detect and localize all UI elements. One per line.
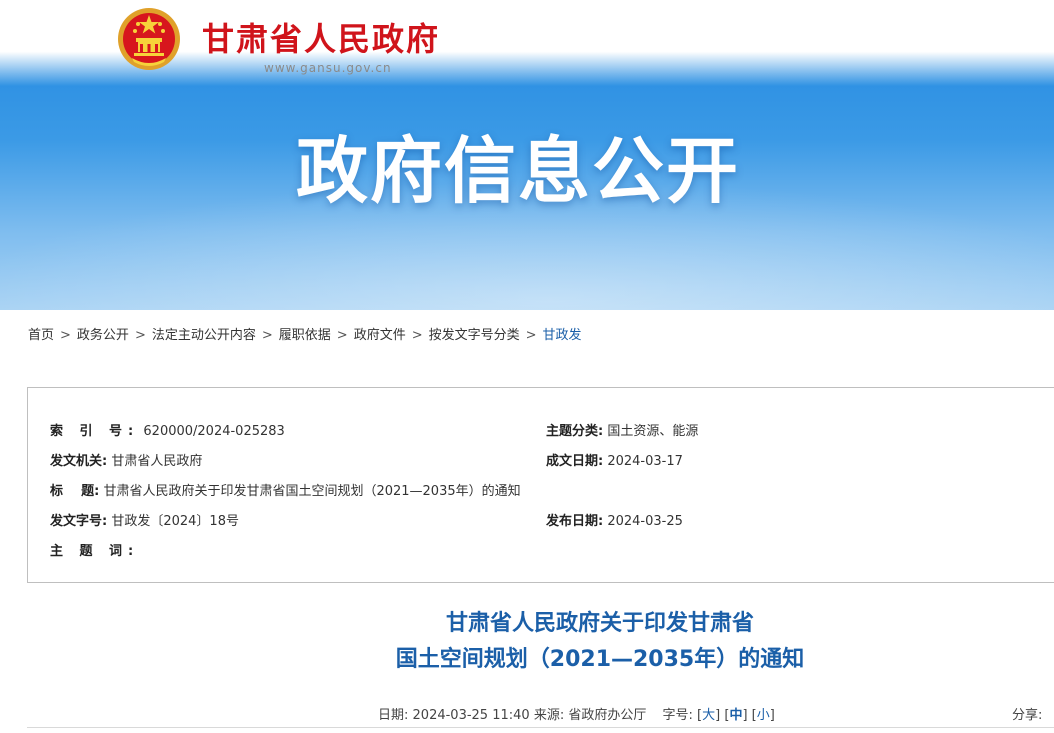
meta-index-value: 620000/2024-025283	[143, 424, 285, 439]
article-title-line1: 甘肃省人民政府关于印发甘肃省	[445, 611, 754, 636]
meta-docno-value: 甘政发〔2024〕18号	[111, 514, 239, 529]
meta-published-value: 2024-03-25	[607, 514, 683, 529]
meta-issuer-label: 发文机关:	[50, 454, 108, 469]
fontsize-large-button[interactable]: 大	[702, 708, 715, 723]
fontsize-bracket: ]	[769, 708, 775, 723]
source-label: 来源:	[533, 708, 565, 723]
breadcrumb-item-by-docno[interactable]: 按发文字号分类	[429, 328, 520, 343]
fontsize-medium-button[interactable]: 中	[729, 708, 742, 723]
breadcrumb: 首页 > 政务公开 > 法定主动公开内容 > 履职依据 > 政府文件 > 按发文字号分类 > 甘政发	[28, 324, 582, 343]
source-value: 省政府办公厅	[568, 708, 647, 723]
meta-topic-row: 主题分类: 国土资源、能源	[546, 420, 698, 439]
meta-keywords-label: 主 题 词:	[50, 544, 140, 559]
divider	[27, 727, 1054, 728]
breadcrumb-separator: >	[134, 328, 146, 343]
meta-title-row: 标 题: 甘肃省人民政府关于印发甘肃省国土空间规划（2021—2035年）的通知	[50, 480, 521, 499]
breadcrumb-separator: >	[411, 328, 423, 343]
site-name[interactable]: 甘肃省人民政府	[202, 14, 440, 60]
date-label: 日期:	[378, 708, 409, 723]
meta-index-row: 索 引 号: 620000/2024-025283	[50, 420, 285, 439]
fontsize-small-button[interactable]: 小	[757, 708, 770, 723]
breadcrumb-item-home[interactable]: 首页	[28, 328, 54, 343]
meta-issuer-value: 甘肃省人民政府	[111, 454, 203, 469]
article-info-bar: 日期: 2024-03-25 11:40 来源: 省政府办公厅 字号: [大] …	[378, 704, 775, 723]
fontsize-label: 字号:	[662, 708, 693, 723]
meta-docno-row: 发文字号: 甘政发〔2024〕18号	[50, 510, 239, 529]
header-banner: 甘肃省人民政府 www.gansu.gov.cn 政府信息公开	[0, 0, 1054, 310]
site-url[interactable]: www.gansu.gov.cn	[264, 61, 392, 75]
breadcrumb-item-gov-documents[interactable]: 政府文件	[354, 328, 406, 343]
meta-written-value: 2024-03-17	[607, 454, 683, 469]
breadcrumb-item-ganzhengfa[interactable]: 甘政发	[543, 328, 582, 343]
meta-published-label: 发布日期:	[546, 514, 604, 529]
document-metadata-box: 索 引 号: 620000/2024-025283 主题分类: 国土资源、能源 …	[27, 387, 1054, 583]
breadcrumb-separator: >	[525, 328, 537, 343]
breadcrumb-separator: >	[336, 328, 348, 343]
meta-docno-label: 发文字号:	[50, 514, 108, 529]
meta-topic-label: 主题分类:	[546, 424, 604, 439]
meta-topic-value: 国土资源、能源	[607, 424, 699, 439]
article-title-line2: 国土空间规划（2021—2035年）的通知	[395, 647, 805, 672]
breadcrumb-item-statutory[interactable]: 法定主动公开内容	[152, 328, 256, 343]
breadcrumb-separator: >	[261, 328, 273, 343]
breadcrumb-item-gov-affairs[interactable]: 政务公开	[77, 328, 129, 343]
breadcrumb-item-duty-basis[interactable]: 履职依据	[279, 328, 331, 343]
fontsize-bracket: ]	[715, 708, 721, 723]
national-emblem-icon[interactable]	[116, 6, 182, 72]
meta-keywords-row: 主 题 词:	[50, 540, 139, 559]
breadcrumb-separator: >	[60, 328, 71, 343]
meta-index-label: 索 引 号:	[50, 424, 140, 439]
meta-written-row: 成文日期: 2024-03-17	[546, 450, 683, 469]
share-label: 分享:	[1012, 708, 1043, 723]
hero-title: 政府信息公开	[296, 129, 741, 213]
meta-title-label: 标 题:	[50, 484, 100, 499]
fontsize-bracket: ]	[742, 708, 748, 723]
article-title: 甘肃省人民政府关于印发甘肃省 国土空间规划（2021—2035年）的通知	[280, 606, 920, 678]
meta-published-row: 发布日期: 2024-03-25	[546, 510, 683, 529]
meta-title-value: 甘肃省人民政府关于印发甘肃省国土空间规划（2021—2035年）的通知	[103, 484, 521, 499]
date-value: 2024-03-25 11:40	[412, 708, 530, 723]
meta-written-label: 成文日期:	[546, 454, 604, 469]
meta-issuer-row: 发文机关: 甘肃省人民政府	[50, 450, 202, 469]
